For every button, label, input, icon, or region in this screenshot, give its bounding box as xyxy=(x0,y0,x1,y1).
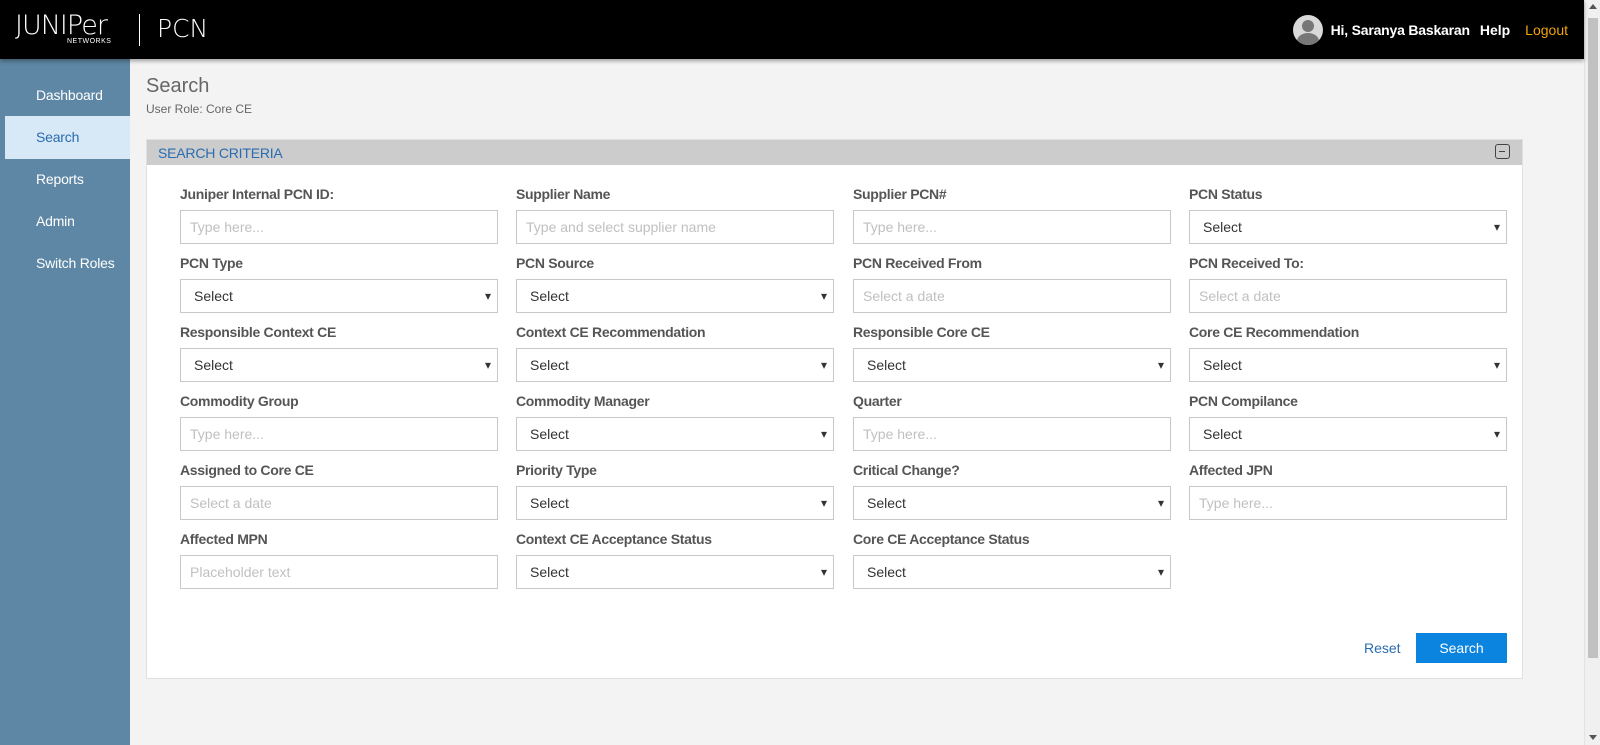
supplier-pcn-input[interactable]: Type here... xyxy=(853,210,1171,244)
vertical-scrollbar[interactable] xyxy=(1584,0,1600,745)
context-ce-acceptance-status-select[interactable]: Select xyxy=(516,555,834,589)
commodity-manager-label: Commodity Manager xyxy=(516,393,650,409)
juniper-logo[interactable]: JUNIPer NETWORKS xyxy=(15,10,111,45)
pcn-status-select[interactable]: Select xyxy=(1189,210,1507,244)
context-ce-acceptance-status-label: Context CE Acceptance Status xyxy=(516,531,712,547)
pcn-status-label: PCN Status xyxy=(1189,186,1263,202)
sidebar-item-search[interactable]: Search xyxy=(5,116,130,159)
responsible-core-ce-label: Responsible Core CE xyxy=(853,324,990,340)
critical-change-select[interactable]: Select xyxy=(853,486,1171,520)
pcn-compilance-label: PCN Compilance xyxy=(1189,393,1298,409)
user-greeting: Hi, Saranya Baskaran xyxy=(1330,22,1470,38)
responsible-context-ce-label: Responsible Context CE xyxy=(180,324,336,340)
commodity-manager-select[interactable]: Select xyxy=(516,417,834,451)
core-ce-acceptance-status-select[interactable]: Select xyxy=(853,555,1171,589)
context-ce-recommendation-label: Context CE Recommendation xyxy=(516,324,706,340)
quarter-label: Quarter xyxy=(853,393,902,409)
supplier-pcn-label: Supplier PCN# xyxy=(853,186,947,202)
commodity-group-label: Commodity Group xyxy=(180,393,299,409)
commodity-group-input[interactable]: Type here... xyxy=(180,417,498,451)
pcn-received-to-label: PCN Received To: xyxy=(1189,255,1304,271)
supplier-name-input[interactable]: Type and select supplier name xyxy=(516,210,834,244)
sidebar-item-reports[interactable]: Reports xyxy=(5,158,130,201)
pcn-type-label: PCN Type xyxy=(180,255,243,271)
search-criteria-panel: SEARCH CRITERIA Juniper Internal PCN ID:… xyxy=(146,139,1523,679)
panel-header[interactable]: SEARCH CRITERIA xyxy=(147,140,1522,165)
pcn-received-from-label: PCN Received From xyxy=(853,255,982,271)
assigned-to-core-ce-label: Assigned to Core CE xyxy=(180,462,314,478)
juniper-internal-pcn-id-label: Juniper Internal PCN ID: xyxy=(180,186,334,202)
priority-type-label: Priority Type xyxy=(516,462,597,478)
responsible-core-ce-select[interactable]: Select xyxy=(853,348,1171,382)
affected-jpn-label: Affected JPN xyxy=(1189,462,1273,478)
reset-link[interactable]: Reset xyxy=(1364,640,1401,656)
collapse-icon[interactable] xyxy=(1495,144,1510,159)
pcn-type-select[interactable]: Select xyxy=(180,279,498,313)
sidebar-item-admin[interactable]: Admin xyxy=(5,200,130,243)
juniper-internal-pcn-id-input[interactable]: Type here... xyxy=(180,210,498,244)
sidebar-item-switch-roles[interactable]: Switch Roles xyxy=(5,242,130,285)
responsible-context-ce-select[interactable]: Select xyxy=(180,348,498,382)
avatar-icon xyxy=(1292,15,1323,45)
scroll-down-icon[interactable] xyxy=(1589,735,1597,740)
priority-type-select[interactable]: Select xyxy=(516,486,834,520)
pcn-received-to-date-input[interactable]: Select a date xyxy=(1189,279,1507,313)
app-title: PCN xyxy=(157,14,209,43)
top-header: JUNIPer NETWORKS PCN Hi, Saranya Baskara… xyxy=(0,0,1584,59)
core-ce-recommendation-select[interactable]: Select xyxy=(1189,348,1507,382)
quarter-input[interactable]: Type here... xyxy=(853,417,1171,451)
supplier-name-label: Supplier Name xyxy=(516,186,611,202)
page-title: Search xyxy=(146,75,210,97)
scroll-up-icon[interactable] xyxy=(1589,4,1597,9)
pcn-compilance-select[interactable]: Select xyxy=(1189,417,1507,451)
core-ce-acceptance-status-label: Core CE Acceptance Status xyxy=(853,531,1030,547)
sidebar-item-dashboard[interactable]: Dashboard xyxy=(5,74,130,117)
panel-title: SEARCH CRITERIA xyxy=(158,145,283,161)
core-ce-recommendation-label: Core CE Recommendation xyxy=(1189,324,1359,340)
logo-subtext: NETWORKS xyxy=(67,38,112,45)
affected-mpn-label: Affected MPN xyxy=(180,531,268,547)
header-divider xyxy=(139,14,140,46)
context-ce-recommendation-select[interactable]: Select xyxy=(516,348,834,382)
pcn-received-from-date-input[interactable]: Select a date xyxy=(853,279,1171,313)
help-link[interactable]: Help xyxy=(1480,22,1510,38)
logo-wordmark: JUNIPer xyxy=(15,10,108,41)
pcn-source-select[interactable]: Select xyxy=(516,279,834,313)
search-button[interactable]: Search xyxy=(1416,633,1507,663)
affected-mpn-input[interactable]: Placeholder text xyxy=(180,555,498,589)
logout-link[interactable]: Logout xyxy=(1525,22,1568,38)
scroll-thumb[interactable] xyxy=(1588,18,1598,658)
affected-jpn-input[interactable]: Type here... xyxy=(1189,486,1507,520)
assigned-to-core-ce-date-input[interactable]: Select a date xyxy=(180,486,498,520)
pcn-source-label: PCN Source xyxy=(516,255,594,271)
user-area: Hi, Saranya Baskaran Help Logout xyxy=(1292,15,1568,45)
user-role: User Role: Core CE xyxy=(146,102,253,116)
critical-change-label: Critical Change? xyxy=(853,462,960,478)
sidebar: Dashboard Search Reports Admin Switch Ro… xyxy=(0,59,130,745)
